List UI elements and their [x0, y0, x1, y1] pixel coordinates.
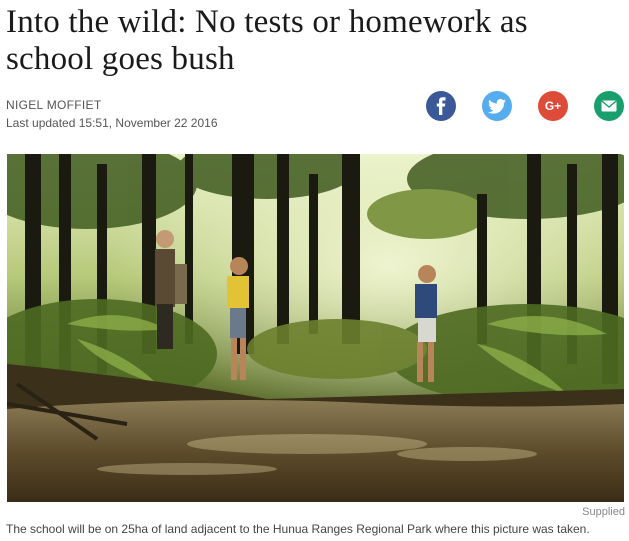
article-photo [7, 154, 624, 502]
email-icon [601, 100, 617, 112]
twitter-icon [488, 98, 506, 114]
share-bar: G+ [0, 91, 629, 123]
facebook-icon [436, 97, 446, 115]
googleplus-share-button[interactable]: G+ [538, 91, 568, 121]
forest-stream-image [7, 154, 624, 502]
googleplus-label: G+ [544, 99, 562, 113]
photo-credit: Supplied [582, 506, 625, 518]
facebook-share-button[interactable] [426, 91, 456, 121]
photo-caption: The school will be on 25ha of land adjac… [6, 522, 590, 536]
article-headline: Into the wild: No tests or homework as s… [6, 4, 528, 77]
twitter-share-button[interactable] [482, 91, 512, 121]
email-share-button[interactable] [594, 91, 624, 121]
